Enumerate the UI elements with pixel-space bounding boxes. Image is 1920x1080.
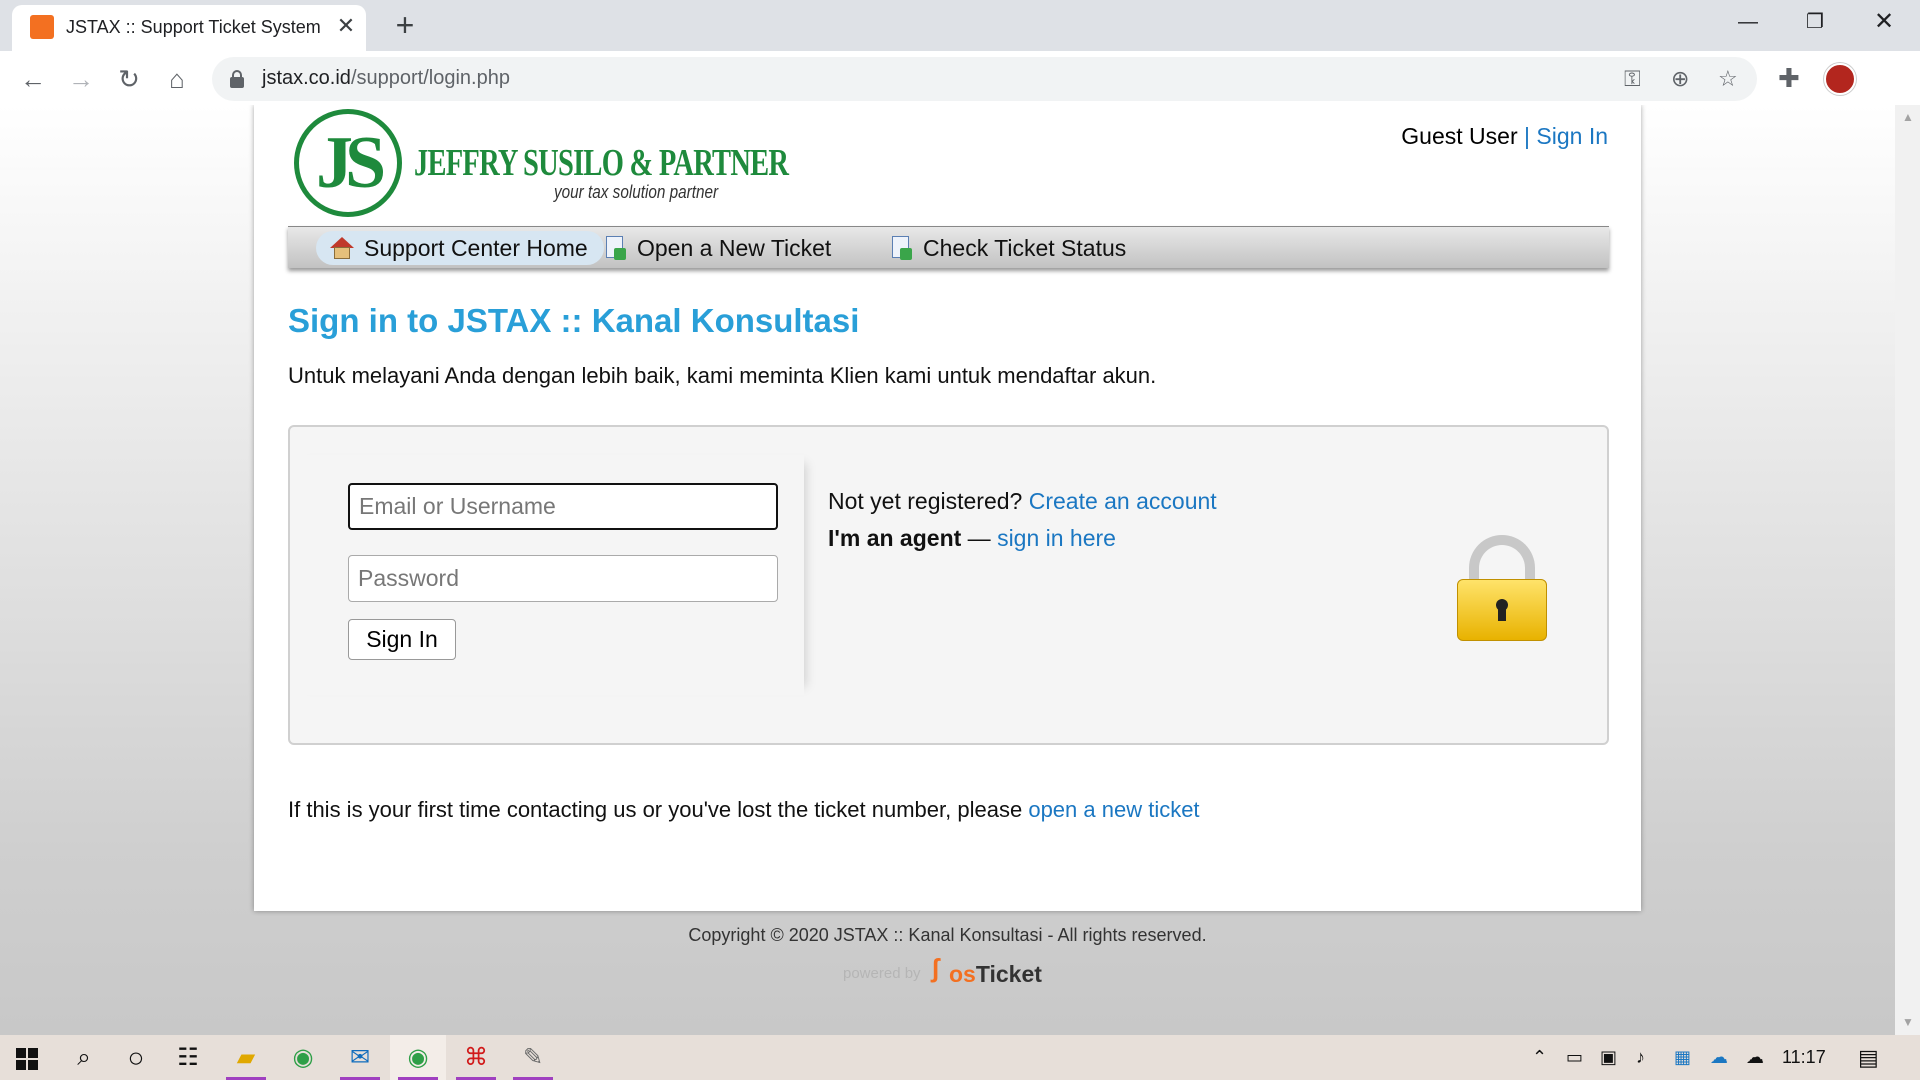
tab-title: JSTAX :: Support Ticket System	[66, 17, 321, 37]
forward-icon[interactable]: →	[64, 62, 98, 96]
user-info: Guest User | Sign In	[1401, 123, 1608, 150]
task-view-icon[interactable]: ☷	[160, 1035, 216, 1080]
reload-icon[interactable]: ↻	[112, 62, 146, 96]
onedrive-cloud-icon[interactable]: ☁	[1710, 1035, 1728, 1080]
page-container: JS JEFFRY SUSILO & PARTNER your tax solu…	[254, 105, 1641, 911]
create-account-link[interactable]: Create an account	[1029, 488, 1217, 514]
close-tab-icon[interactable]: ✕	[334, 14, 358, 38]
intro-text: Untuk melayani Anda dengan lebih baik, k…	[288, 363, 1157, 388]
agent-sign-in-link[interactable]: sign in here	[997, 525, 1116, 551]
scroll-up-arrow-icon[interactable]: ▲	[1902, 110, 1914, 124]
nav-support-center-home[interactable]: Support Center Home	[316, 231, 604, 265]
home-icon[interactable]: ⌂	[160, 62, 194, 96]
padlock-icon	[1457, 535, 1547, 643]
guest-user-label: Guest User	[1401, 123, 1518, 149]
first-time-text: If this is your first time contacting us…	[288, 797, 1200, 823]
new-tab-icon[interactable]: +	[390, 8, 420, 42]
search-icon[interactable]: ⌕	[56, 1035, 112, 1080]
paint-icon[interactable]: ✎	[505, 1035, 561, 1080]
email-username-input[interactable]	[348, 483, 778, 530]
agent-dash: —	[967, 525, 991, 551]
chrome-active-icon[interactable]: ◉	[390, 1035, 446, 1080]
not-registered-text: Not yet registered?	[828, 488, 1023, 514]
header-sign-in-link[interactable]: Sign In	[1536, 123, 1608, 149]
nav-open-new-ticket[interactable]: Open a New Ticket	[603, 231, 831, 265]
password-input[interactable]	[348, 555, 778, 602]
zoom-icon[interactable]: ⊕	[1671, 66, 1689, 92]
lock-icon[interactable]	[230, 70, 244, 88]
footer-copyright: Copyright © 2020 JSTAX :: Kanal Konsulta…	[688, 925, 1207, 945]
register-line: Not yet registered? Create an account	[828, 483, 1217, 520]
chrome-icon[interactable]: ◉	[275, 1035, 331, 1080]
logo-letters: JS	[316, 122, 386, 204]
login-box: Sign In Not yet registered? Create an ac…	[288, 425, 1609, 745]
profile-avatar[interactable]	[1824, 63, 1856, 95]
agent-label: I'm an agent	[828, 525, 962, 551]
powered-by-osticket[interactable]: powered by ʃ osTicket	[843, 953, 1042, 989]
login-form: Sign In	[290, 455, 804, 695]
browser-tab[interactable]: JSTAX :: Support Ticket System ✕	[12, 5, 366, 51]
page-title: Sign in to JSTAX :: Kanal Konsultasi	[288, 302, 860, 339]
restore-window-icon[interactable]: ❐	[1787, 0, 1843, 44]
cloud-sync-icon[interactable]: ☁	[1746, 1035, 1764, 1080]
first-time-message: If this is your first time contacting us…	[288, 797, 1023, 822]
home-icon	[330, 236, 354, 260]
language-icon[interactable]: ▦	[1674, 1035, 1691, 1080]
file-explorer-icon[interactable]: ▰	[218, 1035, 274, 1080]
taskbar-clock[interactable]: 11:17	[1782, 1035, 1826, 1080]
key-icon[interactable]: ⚿	[1624, 66, 1641, 92]
url-text[interactable]: jstax.co.id/support/login.php	[262, 67, 510, 90]
new-ticket-icon	[603, 236, 627, 260]
back-icon[interactable]: ←	[16, 62, 50, 96]
logo-company-name: JEFFRY SUSILO & PARTNER	[414, 142, 789, 184]
agent-line: I'm an agent — sign in here	[828, 520, 1217, 557]
powered-by-label: powered by	[843, 965, 921, 982]
start-button[interactable]	[0, 1035, 56, 1080]
volume-icon[interactable]: ♪	[1636, 1035, 1645, 1080]
browser-tab-bar: JSTAX :: Support Ticket System ✕ + — ❐ ✕	[0, 0, 1920, 51]
network-icon[interactable]: ▣	[1600, 1035, 1617, 1080]
extensions-puzzle-icon[interactable]: ✚	[1778, 63, 1800, 94]
minimize-window-icon[interactable]: —	[1720, 0, 1776, 44]
show-hidden-icons-chevron-icon[interactable]: ⌃	[1532, 1035, 1547, 1080]
close-window-icon[interactable]: ✕	[1856, 0, 1912, 44]
page-viewport: JS JEFFRY SUSILO & PARTNER your tax solu…	[0, 105, 1895, 1035]
nav-label: Open a New Ticket	[637, 235, 832, 261]
open-new-ticket-link[interactable]: open a new ticket	[1028, 797, 1199, 822]
company-logo[interactable]: JS JEFFRY SUSILO & PARTNER your tax solu…	[294, 109, 789, 219]
osticket-brand: osTicket	[949, 961, 1042, 987]
sign-in-button[interactable]: Sign In	[348, 619, 456, 660]
browser-toolbar: ← → ↻ ⌂ jstax.co.id/support/login.php ⚿ …	[0, 51, 1920, 143]
scroll-down-arrow-icon[interactable]: ▼	[1902, 1015, 1914, 1029]
separator: |	[1524, 123, 1530, 149]
logo-tagline: your tax solution partner	[554, 182, 719, 202]
bookmark-star-icon[interactable]: ☆	[1718, 66, 1738, 92]
nav-label: Support Center Home	[364, 235, 588, 261]
login-options: Not yet registered? Create an account I'…	[828, 483, 1217, 557]
ticket-status-icon	[889, 236, 913, 260]
outlook-icon[interactable]: ✉	[332, 1035, 388, 1080]
battery-icon[interactable]: ▭	[1566, 1035, 1583, 1080]
windows-taskbar: ⌕ ○ ☷ ▰ ◉ ✉ ◉ ⌘ ✎ ⌃ ▭ ▣ ♪ ▦ ☁ ☁ 11:17 ▤	[0, 1035, 1920, 1080]
nav-check-ticket-status[interactable]: Check Ticket Status	[889, 231, 1126, 265]
vertical-scrollbar[interactable]	[1895, 105, 1920, 1035]
acrobat-icon[interactable]: ⌘	[448, 1035, 504, 1080]
notifications-icon[interactable]: ▤	[1858, 1035, 1879, 1080]
osticket-favicon-icon	[30, 15, 54, 39]
cortana-icon[interactable]: ○	[108, 1035, 164, 1080]
main-nav: Support Center Home Open a New Ticket Ch…	[288, 226, 1609, 268]
nav-label: Check Ticket Status	[923, 235, 1127, 261]
windows-logo-icon	[16, 1048, 38, 1070]
